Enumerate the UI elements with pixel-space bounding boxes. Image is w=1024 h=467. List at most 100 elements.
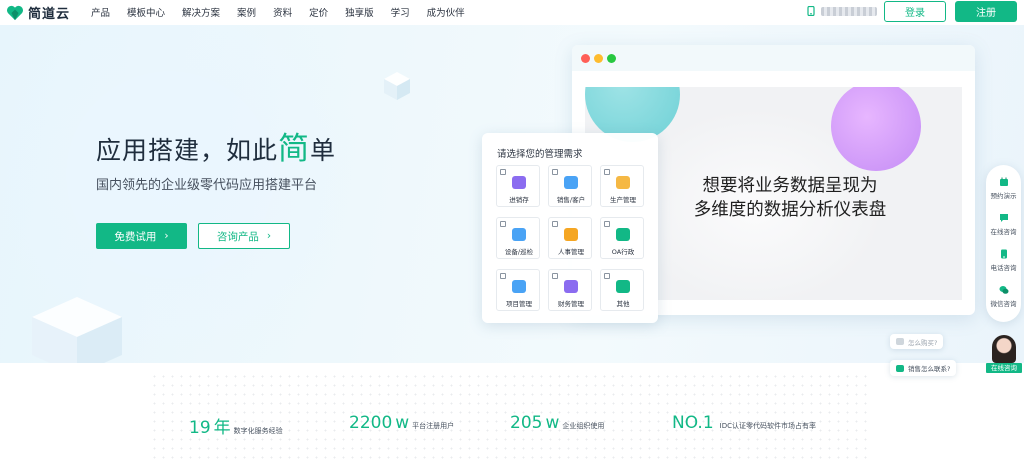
checkbox[interactable] — [604, 221, 610, 227]
phone-icon — [1000, 249, 1007, 259]
other-icon — [616, 280, 630, 293]
faq-how-to-buy-text: 怎么购买? — [908, 338, 938, 347]
need-tile-label: 生产管理 — [610, 196, 636, 204]
stat-value: 19 — [189, 418, 211, 438]
need-tile-production[interactable]: 生产管理 — [600, 165, 644, 207]
checkbox[interactable] — [500, 221, 506, 227]
checkbox[interactable] — [604, 273, 610, 279]
checkbox[interactable] — [500, 273, 506, 279]
faq-bubble-contact-sales[interactable]: 销售怎么联系? — [890, 360, 957, 376]
logo-heart-icon — [7, 5, 23, 20]
checkbox[interactable] — [552, 221, 558, 227]
checkbox[interactable] — [604, 169, 610, 175]
need-tile-other[interactable]: 其他 — [600, 269, 644, 311]
need-tile-label: 进销存 — [509, 196, 529, 204]
online-agent-widget[interactable]: 在线咨询 — [986, 335, 1022, 373]
headline-part-1: 应用搭建，如此 — [96, 136, 279, 165]
checkbox[interactable] — [552, 169, 558, 175]
book-demo-button[interactable]: 预约演示 — [986, 177, 1021, 200]
needs-panel-title: 请选择您的管理需求 — [497, 149, 583, 160]
need-tile-equipment-inspection[interactable]: 设备/巡检 — [496, 217, 540, 259]
stat-desc: 数字化服务经验 — [233, 427, 283, 435]
free-trial-button[interactable]: 免费试用 › — [96, 223, 187, 249]
main-menu: 产品 模板中心 解决方案 案例 资料 定价 独享版 学习 成为伙伴 — [91, 0, 482, 24]
hero-headline: 应用搭建，如此简单 — [96, 123, 336, 168]
stat-desc: 企业组织使用 — [562, 422, 605, 430]
production-icon — [616, 176, 630, 189]
wechat-icon — [999, 286, 1008, 294]
wechat-consult-button[interactable]: 微信咨询 — [986, 285, 1021, 308]
need-tile-project[interactable]: 项目管理 — [496, 269, 540, 311]
headline-part-2: 单 — [310, 136, 337, 165]
logo[interactable]: 简道云 — [6, 3, 70, 22]
browser-slogan-line-1: 想要将业务数据呈现为 — [702, 176, 878, 196]
chat-bubble-icon — [896, 364, 904, 372]
headline-accent: 简 — [278, 131, 311, 167]
oa-admin-icon — [616, 228, 630, 241]
checkbox[interactable] — [552, 273, 558, 279]
checkbox[interactable] — [500, 169, 506, 175]
phone-consult-button[interactable]: 电话咨询 — [986, 249, 1021, 272]
chevron-right-icon: › — [164, 230, 169, 242]
need-tile-oa-admin[interactable]: OA行政 — [600, 217, 644, 259]
menu-item-resources[interactable]: 资料 — [273, 5, 292, 19]
sales-customer-icon — [564, 176, 578, 189]
stat-years: 19 年 数字化服务经验 — [189, 413, 283, 438]
need-tile-label: 人事管理 — [558, 248, 584, 256]
online-chat-button[interactable]: 在线咨询 — [986, 213, 1021, 236]
stat-desc: IDC认证零代码软件市场占有率 — [719, 422, 816, 430]
menu-item-dedicated[interactable]: 独享版 — [345, 5, 374, 19]
menu-item-solutions[interactable]: 解决方案 — [182, 5, 220, 19]
stat-idc-rank: NO.1 IDC认证零代码软件市场占有率 — [672, 413, 816, 433]
need-tile-label: 销售/客户 — [556, 196, 586, 204]
menu-item-product[interactable]: 产品 — [91, 5, 110, 19]
stat-unit: 年 — [213, 418, 231, 438]
needs-panel: 请选择您的管理需求 进销存 销售/客户 生产管理设备/巡检 人事管理 OA行政项目管理 财… — [482, 133, 658, 323]
finance-icon — [564, 280, 578, 293]
stat-value: NO.1 — [672, 413, 714, 433]
faq-contact-sales-text: 销售怎么联系? — [908, 365, 951, 373]
need-tile-sales-customer[interactable]: 销售/客户 — [548, 165, 592, 207]
need-tile-label: OA行政 — [611, 248, 635, 256]
need-tile-label: 项目管理 — [506, 300, 532, 308]
consult-product-button[interactable]: 咨询产品 › — [198, 223, 290, 249]
stat-unit: w — [395, 413, 410, 433]
stat-value: 2200 — [349, 413, 393, 433]
online-chat-label: 在线咨询 — [990, 228, 1017, 236]
need-tile-hr[interactable]: 人事管理 — [548, 217, 592, 259]
register-button[interactable]: 注册 — [955, 1, 1017, 22]
phone-number[interactable] — [806, 6, 877, 16]
window-minimize-dot — [594, 54, 603, 63]
inventory-icon — [512, 176, 526, 189]
hero-section: 应用搭建，如此简单 国内领先的企业级零代码应用搭建平台 免费试用 › 咨询产品 … — [0, 25, 1024, 363]
phone-icon — [807, 6, 815, 16]
hero-subline: 国内领先的企业级零代码应用搭建平台 — [96, 178, 318, 193]
decor-cube-small — [384, 72, 410, 100]
stat-unit: w — [545, 413, 560, 433]
hr-icon — [564, 228, 578, 241]
menu-item-cases[interactable]: 案例 — [237, 5, 256, 19]
menu-item-templates[interactable]: 模板中心 — [127, 5, 165, 19]
book-demo-label: 预约演示 — [990, 192, 1017, 200]
chat-icon — [999, 214, 1008, 222]
stat-users: 2200 w 平台注册用户 — [349, 413, 454, 433]
faq-bubble-how-to-buy[interactable]: 怎么购买? — [890, 334, 944, 349]
browser-titlebar — [572, 45, 975, 71]
menu-item-partner[interactable]: 成为伙伴 — [427, 5, 465, 19]
agent-avatar — [992, 335, 1016, 363]
logo-text: 简道云 — [28, 7, 71, 22]
phone-consult-label: 电话咨询 — [990, 264, 1017, 272]
menu-item-pricing[interactable]: 定价 — [309, 5, 328, 19]
login-button[interactable]: 登录 — [884, 1, 946, 22]
project-icon — [512, 280, 526, 293]
agent-avatar-label: 在线咨询 — [986, 363, 1022, 373]
floating-contact-bar: 预约演示 在线咨询 电话咨询 微信咨询 — [986, 165, 1021, 322]
stat-desc: 平台注册用户 — [412, 422, 455, 430]
menu-item-learn[interactable]: 学习 — [391, 5, 410, 19]
top-nav: 简道云 产品 模板中心 解决方案 案例 资料 定价 独享版 学习 成为伙伴 登录… — [0, 0, 1024, 24]
window-close-dot — [581, 54, 590, 63]
need-tile-finance[interactable]: 财务管理 — [548, 269, 592, 311]
free-trial-label: 免费试用 — [114, 230, 157, 243]
need-tile-inventory[interactable]: 进销存 — [496, 165, 540, 207]
chevron-right-icon: › — [266, 230, 272, 242]
